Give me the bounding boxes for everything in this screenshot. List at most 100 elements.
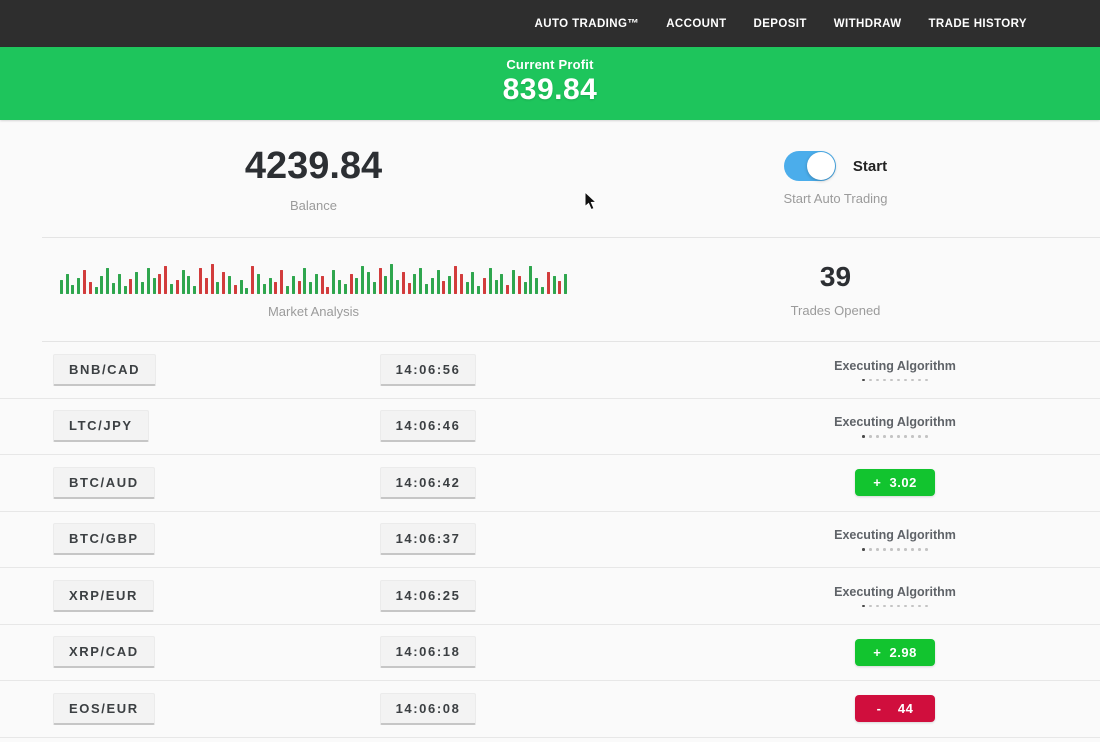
progress-dot bbox=[897, 548, 900, 551]
auto-trading-toggle[interactable] bbox=[784, 151, 836, 181]
candle-bar bbox=[500, 274, 503, 294]
candle-bar bbox=[298, 281, 301, 294]
progress-dot bbox=[897, 435, 900, 438]
table-row: BNB/CAD 14:06:56 Executing Algorithm bbox=[0, 342, 1100, 399]
candle-bar bbox=[286, 286, 289, 294]
progress-dots bbox=[862, 548, 928, 551]
pair-badge: EOS/EUR bbox=[53, 693, 155, 725]
nav-item-account[interactable]: ACCOUNT bbox=[666, 18, 726, 30]
nav-item-deposit[interactable]: DEPOSIT bbox=[754, 18, 807, 30]
progress-dots bbox=[862, 605, 928, 608]
candle-bar bbox=[361, 266, 364, 294]
profit-badge: + 2.98 bbox=[855, 639, 935, 666]
candle-bar bbox=[431, 278, 434, 294]
status-executing: Executing Algorithm bbox=[834, 585, 956, 608]
candle-bar bbox=[100, 276, 103, 294]
pair-badge: XRP/EUR bbox=[53, 580, 154, 612]
balance-value: 4239.84 bbox=[245, 145, 382, 188]
profit-badge: + 3.02 bbox=[855, 469, 935, 496]
progress-dot bbox=[925, 435, 928, 438]
candle-bar bbox=[448, 276, 451, 294]
progress-dot bbox=[883, 605, 886, 608]
progress-dot bbox=[911, 548, 914, 551]
progress-dot bbox=[918, 435, 921, 438]
progress-dots bbox=[862, 435, 928, 438]
progress-dot bbox=[883, 548, 886, 551]
executing-label: Executing Algorithm bbox=[834, 415, 956, 429]
progress-dot bbox=[890, 605, 893, 608]
candle-bar bbox=[535, 278, 538, 294]
progress-dot bbox=[897, 379, 900, 382]
progress-dot bbox=[911, 605, 914, 608]
nav-item-trade-history[interactable]: TRADE HISTORY bbox=[929, 18, 1028, 30]
progress-dot bbox=[890, 379, 893, 382]
candle-bar bbox=[332, 270, 335, 294]
candle-bar bbox=[77, 278, 80, 294]
trades-opened-value: 39 bbox=[820, 261, 851, 293]
pair-badge: BTC/AUD bbox=[53, 467, 155, 499]
candle-bar bbox=[141, 282, 144, 294]
candle-bar bbox=[118, 274, 121, 294]
progress-dot bbox=[904, 548, 907, 551]
candle-bar bbox=[512, 270, 515, 294]
progress-dot bbox=[890, 548, 893, 551]
loss-badge: - 44 bbox=[855, 695, 935, 722]
candle-bar bbox=[83, 270, 86, 294]
progress-dot bbox=[883, 435, 886, 438]
progress-dot bbox=[904, 605, 907, 608]
candle-bar bbox=[274, 282, 277, 294]
trades-opened-label: Trades Opened bbox=[791, 303, 881, 318]
candle-bar bbox=[240, 280, 243, 294]
market-section: Market Analysis 39 Trades Opened bbox=[0, 238, 1100, 341]
time-badge: 14:06:46 bbox=[380, 410, 477, 442]
candle-bar bbox=[234, 285, 237, 294]
candle-bar bbox=[112, 283, 115, 294]
candle-bar bbox=[89, 282, 92, 294]
candle-bar bbox=[402, 272, 405, 294]
candle-bar bbox=[216, 282, 219, 294]
candle-bar bbox=[124, 286, 127, 294]
candle-bar bbox=[153, 278, 156, 294]
nav-item-auto-trading[interactable]: AUTO TRADING™ bbox=[535, 18, 640, 30]
profit-banner-label: Current Profit bbox=[0, 57, 1100, 72]
table-row: BTC/GBP 14:06:37 Executing Algorithm bbox=[0, 512, 1100, 569]
progress-dot bbox=[869, 548, 872, 551]
market-analysis-chart bbox=[60, 260, 567, 294]
candle-bar bbox=[408, 283, 411, 294]
progress-dot bbox=[869, 435, 872, 438]
candle-bar bbox=[338, 280, 341, 294]
candle-bar bbox=[390, 264, 393, 294]
candle-bar bbox=[251, 266, 254, 294]
progress-dot bbox=[862, 548, 865, 551]
progress-dot bbox=[876, 548, 879, 551]
table-row: EOS/EUR 14:06:08 - 44 bbox=[0, 681, 1100, 738]
auto-trading-caption: Start Auto Trading bbox=[783, 191, 887, 206]
candle-bar bbox=[158, 274, 161, 294]
progress-dot bbox=[911, 435, 914, 438]
nav-item-withdraw[interactable]: WITHDRAW bbox=[834, 18, 902, 30]
executing-label: Executing Algorithm bbox=[834, 359, 956, 373]
time-badge: 14:06:37 bbox=[380, 523, 477, 555]
candle-bar bbox=[437, 270, 440, 294]
candle-bar bbox=[553, 276, 556, 294]
progress-dot bbox=[876, 435, 879, 438]
candle-bar bbox=[396, 280, 399, 294]
candle-bar bbox=[495, 280, 498, 294]
progress-dot bbox=[918, 379, 921, 382]
candle-bar bbox=[199, 268, 202, 294]
progress-dot bbox=[918, 605, 921, 608]
candle-bar bbox=[187, 276, 190, 294]
candle-bar bbox=[95, 287, 98, 294]
candle-bar bbox=[564, 274, 567, 294]
candle-bar bbox=[460, 274, 463, 294]
progress-dot bbox=[904, 379, 907, 382]
status-executing: Executing Algorithm bbox=[834, 415, 956, 438]
candle-bar bbox=[541, 287, 544, 294]
candle-bar bbox=[263, 284, 266, 294]
progress-dot bbox=[918, 548, 921, 551]
progress-dot bbox=[890, 435, 893, 438]
pair-badge: BTC/GBP bbox=[53, 523, 155, 555]
progress-dot bbox=[925, 605, 928, 608]
pair-badge: XRP/CAD bbox=[53, 636, 155, 668]
candle-bar bbox=[66, 274, 69, 294]
